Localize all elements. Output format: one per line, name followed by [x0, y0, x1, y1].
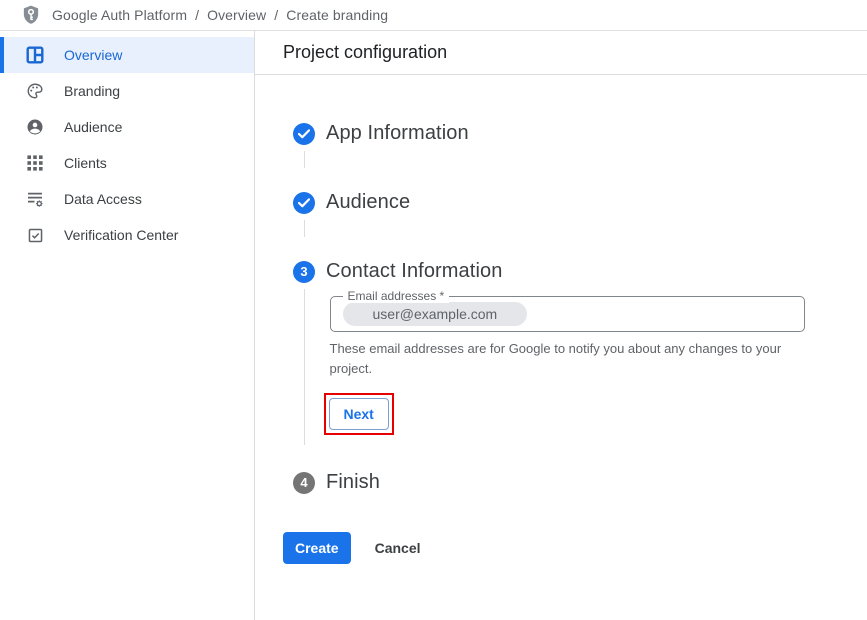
sidebar: Overview Branding Audienc	[0, 31, 255, 620]
main-panel: Project configuration App Information Au…	[255, 31, 867, 620]
email-helper-text: These email addresses are for Google to …	[330, 339, 810, 379]
step-audience[interactable]: Audience	[283, 191, 867, 214]
page-title: Project configuration	[283, 42, 447, 63]
sidebar-item-label: Verification Center	[64, 227, 178, 243]
cancel-button[interactable]: Cancel	[375, 540, 421, 556]
sidebar-item-label: Audience	[64, 119, 122, 135]
step-completed-check-icon	[293, 123, 315, 145]
contact-information-form: Email addresses * user@example.com These…	[304, 289, 867, 445]
sidebar-item-audience[interactable]: Audience	[0, 109, 254, 145]
auth-platform-shield-icon	[20, 4, 42, 26]
step-title: Finish	[326, 471, 380, 494]
step-finish[interactable]: 4 Finish	[283, 471, 867, 494]
breadcrumb: Google Auth Platform / Overview / Create…	[52, 7, 388, 23]
step-contact-information[interactable]: 3 Contact Information	[283, 260, 867, 283]
person-icon	[26, 118, 44, 136]
verification-checkbox-icon	[26, 226, 44, 244]
sidebar-item-label: Data Access	[64, 191, 142, 207]
selected-indicator-bar	[0, 37, 4, 73]
sidebar-item-verification-center[interactable]: Verification Center	[0, 217, 254, 253]
sidebar-item-label: Overview	[64, 47, 122, 63]
footer-actions: Create Cancel	[283, 532, 867, 564]
next-button[interactable]: Next	[329, 398, 389, 430]
step-number-badge: 3	[293, 261, 315, 283]
step-number-badge: 4	[293, 472, 315, 494]
top-bar: Google Auth Platform / Overview / Create…	[0, 0, 867, 31]
breadcrumb-separator: /	[195, 7, 199, 23]
step-connector	[304, 151, 306, 168]
data-access-icon	[26, 190, 44, 208]
sidebar-item-clients[interactable]: Clients	[0, 145, 254, 181]
step-app-information[interactable]: App Information	[283, 122, 867, 145]
apps-grid-icon	[26, 154, 44, 172]
breadcrumb-segment-create-branding[interactable]: Create branding	[286, 7, 388, 23]
sidebar-item-data-access[interactable]: Data Access	[0, 181, 254, 217]
step-title: Audience	[326, 191, 410, 214]
email-addresses-label: Email addresses *	[343, 289, 450, 303]
sidebar-item-branding[interactable]: Branding	[0, 73, 254, 109]
page-header: Project configuration	[255, 31, 867, 75]
create-button[interactable]: Create	[283, 532, 351, 564]
breadcrumb-separator: /	[274, 7, 278, 23]
annotation-highlight: Next	[324, 393, 394, 435]
breadcrumb-segment-overview[interactable]: Overview	[207, 7, 266, 23]
email-addresses-field[interactable]: Email addresses * user@example.com	[330, 296, 805, 332]
breadcrumb-segment-platform[interactable]: Google Auth Platform	[52, 7, 187, 23]
step-completed-check-icon	[293, 192, 315, 214]
sidebar-item-label: Branding	[64, 83, 120, 99]
email-chip[interactable]: user@example.com	[343, 302, 528, 326]
sidebar-item-label: Clients	[64, 155, 107, 171]
stepper: App Information Audience 3 Contact Infor…	[255, 75, 867, 564]
overview-dashboard-icon	[26, 46, 44, 64]
step-connector	[304, 220, 306, 237]
step-title: App Information	[326, 122, 469, 145]
palette-icon	[26, 82, 44, 100]
step-title: Contact Information	[326, 260, 502, 283]
sidebar-item-overview[interactable]: Overview	[0, 37, 254, 73]
